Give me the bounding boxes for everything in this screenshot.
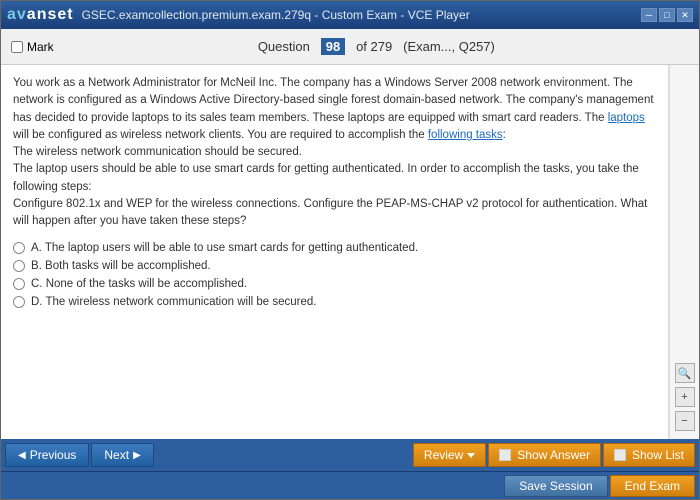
prev-arrow-icon: ◀ (18, 450, 26, 461)
end-exam-button[interactable]: End Exam (610, 475, 695, 497)
show-answer-button[interactable]: Show Answer (488, 443, 601, 467)
close-button[interactable]: ✕ (677, 8, 693, 22)
logo-suffix: anset (27, 6, 74, 23)
answer-label-c: C. None of the tasks will be accomplishe… (31, 278, 247, 290)
radio-b[interactable] (13, 260, 25, 272)
answer-checkbox-icon (499, 449, 511, 461)
logo-prefix: av (7, 6, 27, 23)
answer-option-c[interactable]: C. None of the tasks will be accomplishe… (13, 278, 656, 290)
answer-option-b[interactable]: B. Both tasks will be accomplished. (13, 260, 656, 272)
list-checkbox-icon (614, 449, 626, 461)
radio-d[interactable] (13, 296, 25, 308)
end-exam-label: End Exam (625, 479, 680, 493)
answers: A. The laptop users will be able to use … (13, 242, 656, 308)
laptops-link: laptops (608, 112, 645, 124)
answer-option-d[interactable]: D. The wireless network communication wi… (13, 296, 656, 308)
mark-section: Mark (11, 40, 54, 54)
question-text: You work as a Network Administrator for … (13, 75, 656, 230)
show-list-label: Show List (632, 448, 684, 462)
save-session-button[interactable]: Save Session (504, 475, 607, 497)
show-list-button[interactable]: Show List (603, 443, 695, 467)
title-bar-left: avanset GSEC.examcollection.premium.exam… (7, 6, 470, 24)
bottom-toolbar: ◀ Previous Next ▶ Review Show Answer Sho… (1, 439, 699, 471)
title-bar: avanset GSEC.examcollection.premium.exam… (1, 1, 699, 29)
answer-option-a[interactable]: A. The laptop users will be able to use … (13, 242, 656, 254)
review-caret-icon (467, 453, 475, 458)
mark-checkbox[interactable] (11, 41, 23, 53)
minimize-button[interactable]: ─ (641, 8, 657, 22)
answer-label-d: D. The wireless network communication wi… (31, 296, 316, 308)
answer-label-a: A. The laptop users will be able to use … (31, 242, 418, 254)
save-session-label: Save Session (519, 479, 592, 493)
next-button[interactable]: Next ▶ (91, 443, 153, 467)
question-panel: You work as a Network Administrator for … (1, 65, 669, 439)
review-button[interactable]: Review (413, 443, 486, 467)
mark-label: Mark (27, 40, 54, 54)
main-window: avanset GSEC.examcollection.premium.exam… (0, 0, 700, 500)
next-arrow-icon: ▶ (133, 450, 141, 461)
question-number-badge: 98 (321, 38, 345, 55)
question-total: of 279 (356, 39, 392, 54)
next-label: Next (104, 448, 129, 462)
show-answer-label: Show Answer (517, 448, 590, 462)
right-sidebar: 🔍 + − (669, 65, 699, 439)
maximize-button[interactable]: □ (659, 8, 675, 22)
header-bar: Mark Question 98 of 279 (Exam..., Q257) (1, 29, 699, 65)
search-icon[interactable]: 🔍 (675, 363, 695, 383)
previous-label: Previous (30, 448, 77, 462)
zoom-out-icon[interactable]: − (675, 411, 695, 431)
content-area: You work as a Network Administrator for … (1, 65, 699, 439)
exam-info: (Exam..., Q257) (403, 39, 495, 54)
review-label: Review (424, 448, 463, 462)
radio-c[interactable] (13, 278, 25, 290)
radio-a[interactable] (13, 242, 25, 254)
window-title: GSEC.examcollection.premium.exam.279q - … (82, 8, 470, 22)
window-controls: ─ □ ✕ (641, 8, 693, 22)
question-info: Question 98 of 279 (Exam..., Q257) (64, 39, 689, 54)
logo: avanset (7, 6, 74, 24)
question-label: Question (258, 39, 310, 54)
tasks-link: following tasks (428, 129, 503, 141)
previous-button[interactable]: ◀ Previous (5, 443, 89, 467)
answer-label-b: B. Both tasks will be accomplished. (31, 260, 211, 272)
zoom-in-icon[interactable]: + (675, 387, 695, 407)
bottom-bar: Save Session End Exam (1, 471, 699, 499)
